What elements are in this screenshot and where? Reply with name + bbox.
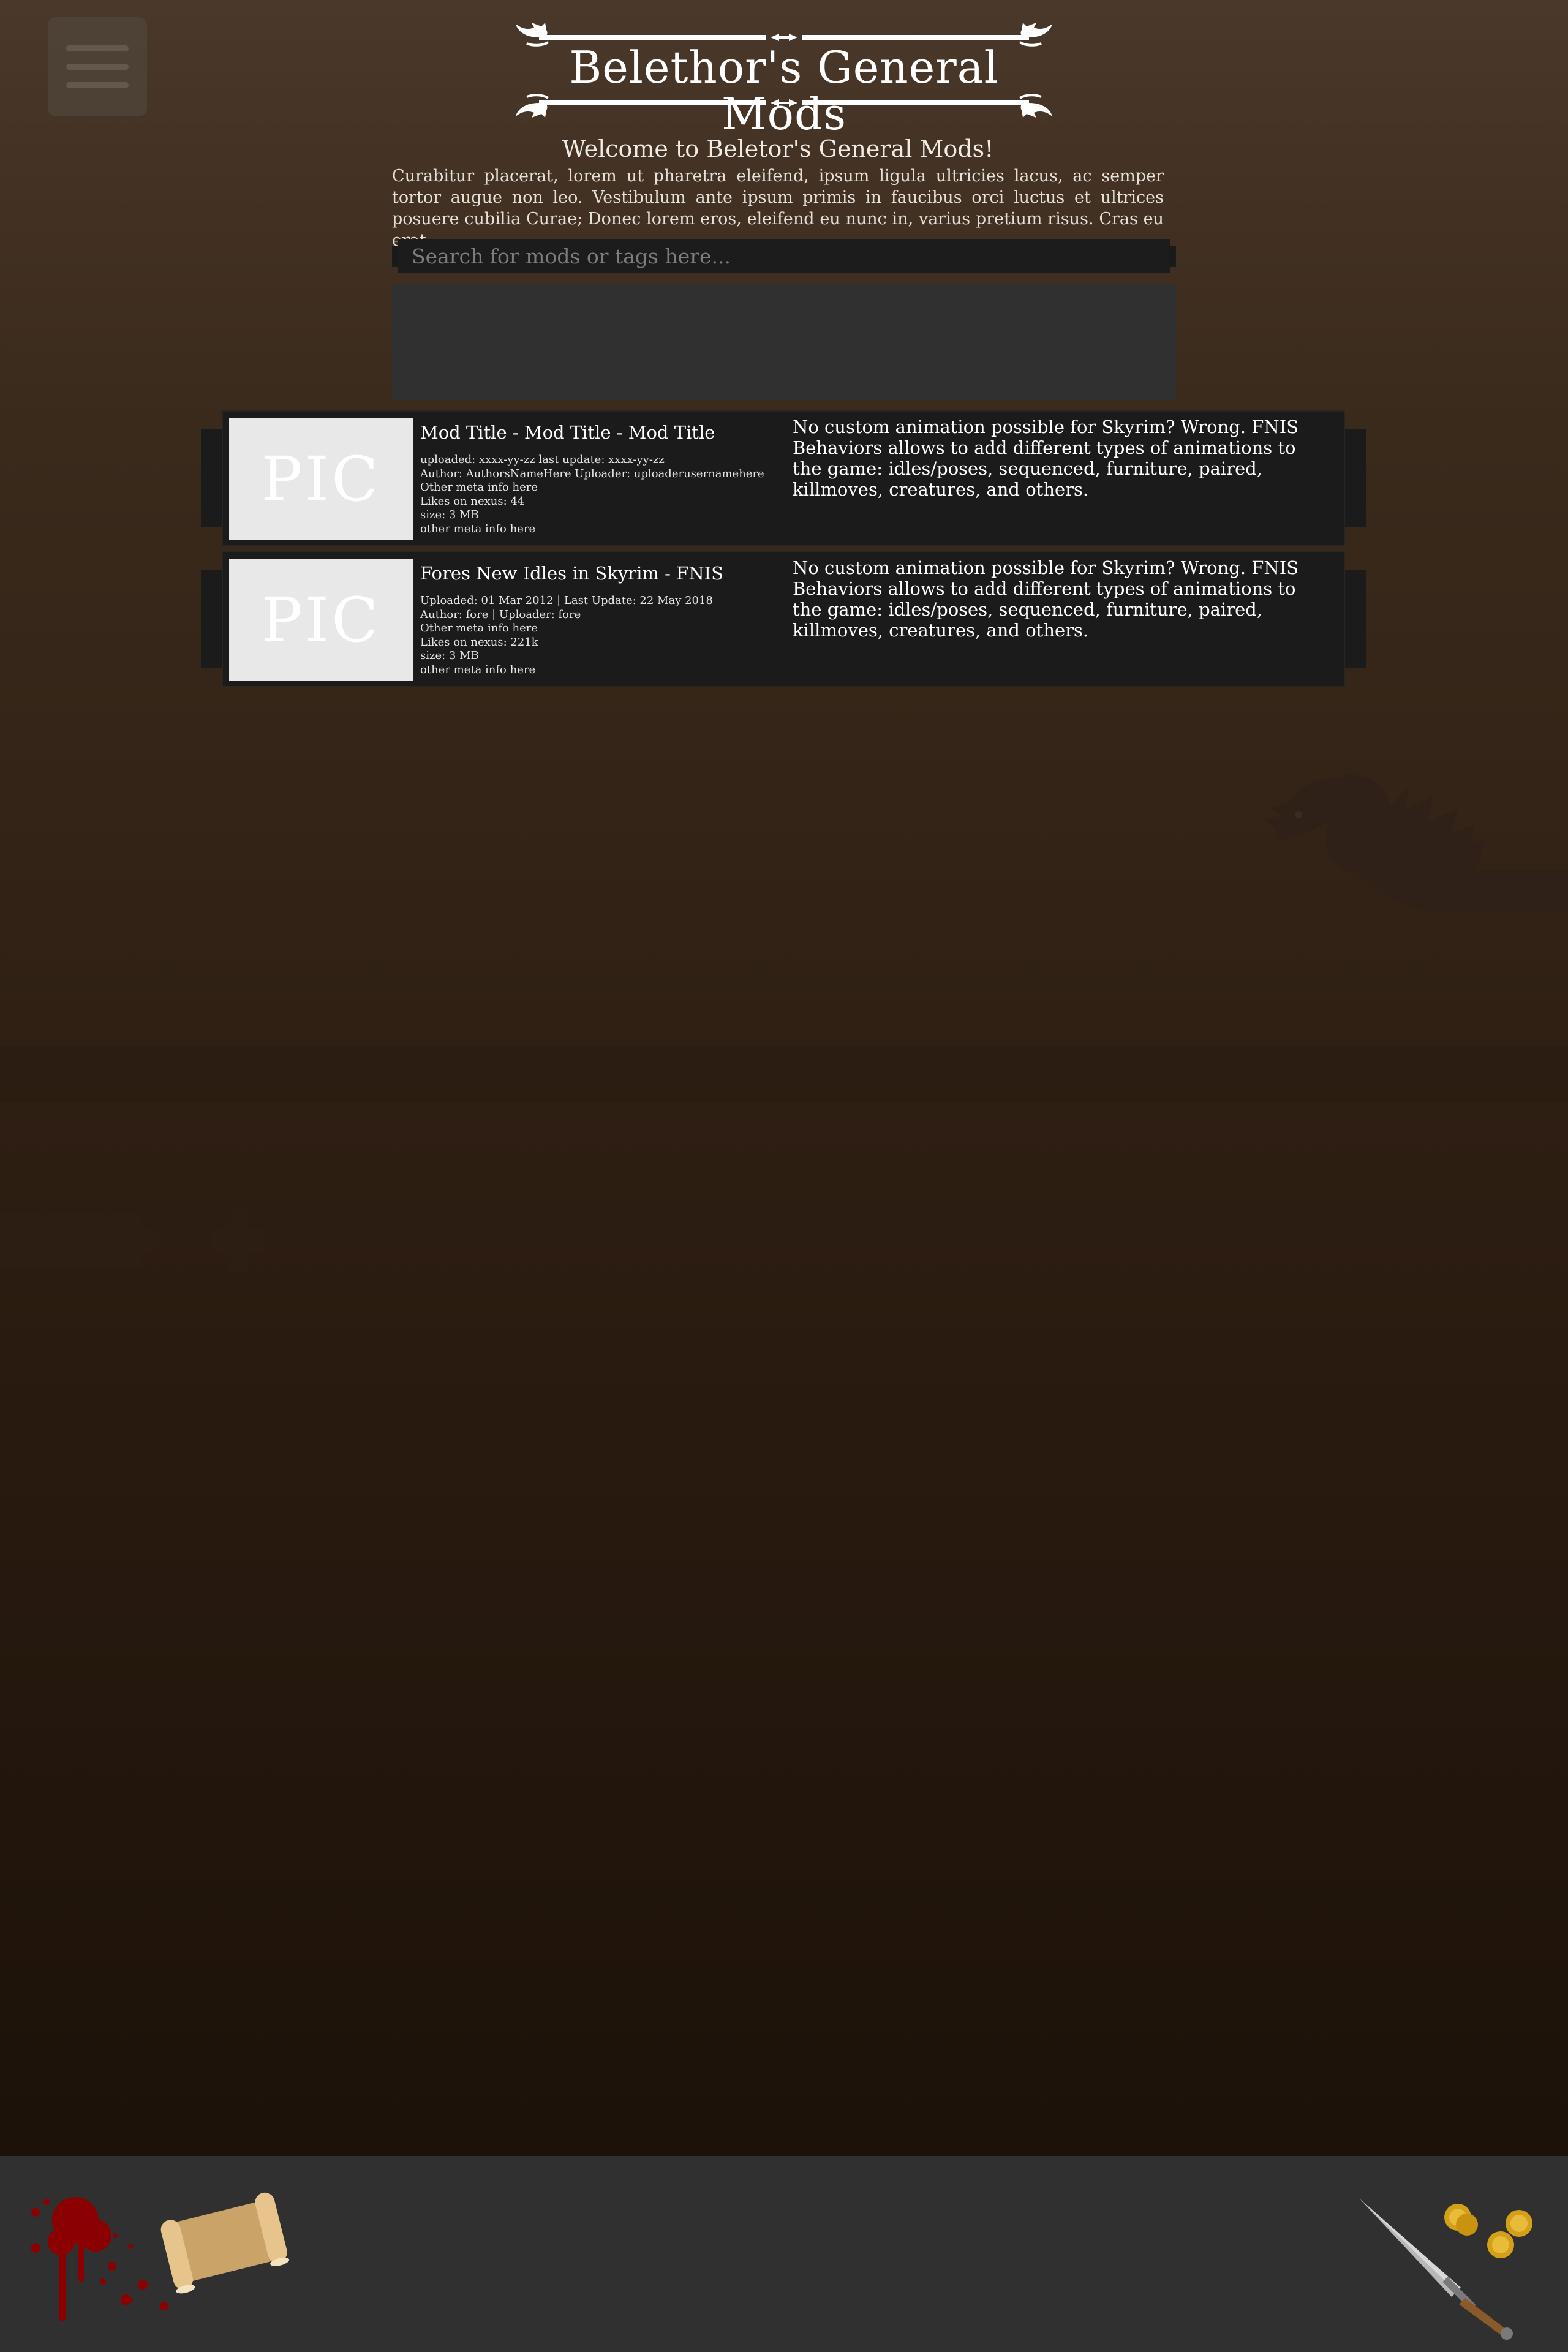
mod-meta-line: Likes on nexus: 221k [420,635,538,649]
background-band [0,1046,1568,1102]
mod-card[interactable]: PIC Mod Title - Mod Title - Mod Title up… [201,410,1366,546]
site-footer [0,2156,1568,2352]
welcome-heading: Welcome to Beletor's General Mods! [562,135,994,162]
card-side-tab [1345,570,1366,668]
mod-title[interactable]: Mod Title - Mod Title - Mod Title [420,420,775,445]
mod-card[interactable]: PIC Fores New Idles in Skyrim - FNIS Upl… [201,551,1366,687]
card-side-tab [1345,429,1366,527]
mod-meta-line: other meta info here [420,522,536,535]
mod-thumbnail[interactable]: PIC [229,418,413,540]
search-bar [392,239,1176,273]
mod-meta-line: size: 3 MB [420,649,479,662]
mod-meta-line: size: 3 MB [420,508,479,521]
search-results-panel [392,284,1176,400]
mod-meta-line: Other meta info here [420,481,538,494]
mod-meta-line: Author: fore | Uploader: fore [420,608,581,621]
card-side-tab [201,570,222,668]
site-header: Belethor's General Mods [514,18,1054,140]
mod-meta: Uploaded: 01 Mar 2012 | Last Update: 22 … [420,594,775,677]
scroll-icon [160,2192,290,2294]
menu-bar [66,64,129,70]
mod-card-body: PIC Fores New Idles in Skyrim - FNIS Upl… [222,551,1345,687]
menu-bar [66,82,129,88]
header-ornament-bottom-icon [516,94,1052,118]
mod-meta-line: other meta info here [420,663,536,676]
mod-card-body: PIC Mod Title - Mod Title - Mod Title up… [222,410,1345,546]
mod-meta-line: Uploaded: 01 Mar 2012 | Last Update: 22 … [420,594,713,607]
search-input[interactable] [398,239,1170,273]
mod-meta: uploaded: xxxx-yy-zz last update: xxxx-y… [420,453,775,536]
dragon-silhouette-icon [1263,772,1568,913]
sword-silhouette-icon [0,1210,266,1271]
menu-bar [66,45,129,51]
hamburger-menu-icon[interactable] [48,17,147,116]
mod-meta-line: Author: AuthorsNameHere Uploader: upload… [420,467,764,480]
mod-description: No custom animation possible for Skyrim?… [793,417,1299,500]
mod-title[interactable]: Fores New Idles in Skyrim - FNIS [420,561,775,586]
mod-meta-line: Other meta info here [420,622,538,635]
site-title: Belethor's General Mods [569,42,999,140]
mod-description: No custom animation possible for Skyrim?… [793,557,1299,641]
card-side-tab [201,429,222,527]
mod-meta-line: uploaded: xxxx-yy-zz last update: xxxx-y… [420,453,665,466]
mod-thumbnail[interactable]: PIC [229,559,413,681]
gold-coins-icon [1444,2204,1532,2258]
mod-meta-line: Likes on nexus: 44 [420,494,525,508]
intro-paragraph: Curabitur placerat, lorem ut pharetra el… [392,167,1164,250]
